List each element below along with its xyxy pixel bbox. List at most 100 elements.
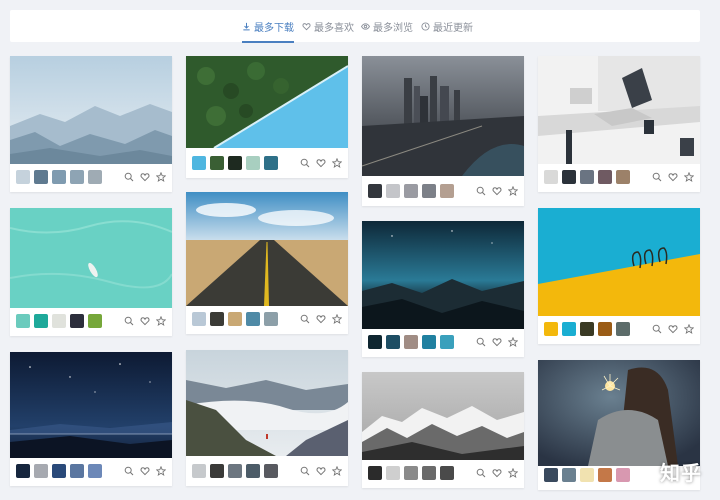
color-swatch[interactable] — [422, 466, 436, 480]
photo-card-snowy-peaks[interactable] — [362, 372, 524, 488]
desert-road-photo[interactable] — [186, 192, 348, 306]
snowy-peaks-photo[interactable] — [362, 372, 524, 460]
star-icon[interactable] — [332, 158, 342, 168]
photo-card-starry-lake[interactable] — [10, 352, 172, 486]
heart-icon[interactable] — [316, 314, 326, 324]
heart-icon[interactable] — [668, 172, 678, 182]
color-swatch[interactable] — [228, 464, 242, 478]
color-swatch[interactable] — [88, 314, 102, 328]
color-swatch[interactable] — [598, 468, 612, 482]
color-swatch[interactable] — [228, 312, 242, 326]
color-swatch[interactable] — [228, 156, 242, 170]
zoom-icon[interactable] — [476, 468, 486, 478]
color-swatch[interactable] — [562, 170, 576, 184]
color-swatch[interactable] — [264, 464, 278, 478]
color-swatch[interactable] — [440, 184, 454, 198]
heart-icon[interactable] — [316, 158, 326, 168]
color-swatch[interactable] — [544, 468, 558, 482]
color-swatch[interactable] — [88, 464, 102, 478]
color-swatch[interactable] — [404, 184, 418, 198]
night-valley-photo[interactable] — [362, 221, 524, 329]
color-swatch[interactable] — [16, 464, 30, 478]
heart-icon[interactable] — [316, 466, 326, 476]
heart-icon[interactable] — [492, 337, 502, 347]
turquoise-sea-photo[interactable] — [10, 208, 172, 308]
photo-card-cloud-mountains[interactable] — [186, 350, 348, 486]
photo-card-misty-mountains[interactable] — [10, 56, 172, 192]
photo-card-forest-water-aerial[interactable] — [186, 56, 348, 178]
color-swatch[interactable] — [52, 170, 66, 184]
zoom-icon[interactable] — [124, 172, 134, 182]
color-swatch[interactable] — [404, 466, 418, 480]
color-swatch[interactable] — [246, 464, 260, 478]
color-swatch[interactable] — [34, 464, 48, 478]
color-swatch[interactable] — [34, 314, 48, 328]
color-swatch[interactable] — [88, 170, 102, 184]
yellow-wall-photo[interactable] — [538, 208, 700, 316]
color-swatch[interactable] — [580, 322, 594, 336]
star-icon[interactable] — [156, 466, 166, 476]
photo-card-night-valley[interactable] — [362, 221, 524, 357]
color-swatch[interactable] — [440, 466, 454, 480]
color-swatch[interactable] — [386, 335, 400, 349]
color-swatch[interactable] — [580, 468, 594, 482]
photo-card-desert-road[interactable] — [186, 192, 348, 334]
color-swatch[interactable] — [264, 312, 278, 326]
color-swatch[interactable] — [616, 322, 630, 336]
heart-icon[interactable] — [492, 468, 502, 478]
zoom-icon[interactable] — [652, 172, 662, 182]
color-swatch[interactable] — [616, 468, 630, 482]
color-swatch[interactable] — [192, 156, 206, 170]
star-icon[interactable] — [508, 337, 518, 347]
photo-card-turquoise-sea-boat[interactable] — [10, 208, 172, 336]
star-icon[interactable] — [508, 468, 518, 478]
color-swatch[interactable] — [422, 184, 436, 198]
tab-most-downloads[interactable]: 最多下载 — [242, 10, 294, 43]
color-swatch[interactable] — [210, 464, 224, 478]
heart-icon[interactable] — [140, 172, 150, 182]
color-swatch[interactable] — [16, 170, 30, 184]
tab-recently-updated[interactable]: 最近更新 — [421, 10, 473, 42]
photo-card-desk-laptop[interactable] — [538, 56, 700, 192]
color-swatch[interactable] — [544, 170, 558, 184]
tab-most-viewed[interactable]: 最多浏览 — [361, 10, 413, 42]
color-swatch[interactable] — [544, 322, 558, 336]
zoom-icon[interactable] — [300, 466, 310, 476]
color-swatch[interactable] — [616, 170, 630, 184]
misty-mountains-photo[interactable] — [10, 56, 172, 164]
color-swatch[interactable] — [246, 156, 260, 170]
color-swatch[interactable] — [386, 466, 400, 480]
color-swatch[interactable] — [264, 156, 278, 170]
color-swatch[interactable] — [422, 335, 436, 349]
zoom-icon[interactable] — [300, 314, 310, 324]
color-swatch[interactable] — [52, 314, 66, 328]
zoom-icon[interactable] — [300, 158, 310, 168]
color-swatch[interactable] — [34, 170, 48, 184]
color-swatch[interactable] — [368, 466, 382, 480]
tab-most-liked[interactable]: 最多喜欢 — [302, 10, 354, 42]
star-icon[interactable] — [332, 466, 342, 476]
city-skyline-photo[interactable] — [362, 56, 524, 176]
heart-icon[interactable] — [492, 186, 502, 196]
color-swatch[interactable] — [598, 170, 612, 184]
color-swatch[interactable] — [562, 322, 576, 336]
color-swatch[interactable] — [386, 184, 400, 198]
photo-card-yellow-wall[interactable] — [538, 208, 700, 344]
color-swatch[interactable] — [70, 314, 84, 328]
color-swatch[interactable] — [246, 312, 260, 326]
color-swatch[interactable] — [368, 335, 382, 349]
heart-icon[interactable] — [140, 466, 150, 476]
color-swatch[interactable] — [210, 312, 224, 326]
star-icon[interactable] — [156, 316, 166, 326]
color-swatch[interactable] — [70, 464, 84, 478]
star-icon[interactable] — [684, 172, 694, 182]
zoom-icon[interactable] — [124, 466, 134, 476]
heart-icon[interactable] — [140, 316, 150, 326]
zoom-icon[interactable] — [476, 186, 486, 196]
star-icon[interactable] — [332, 314, 342, 324]
color-swatch[interactable] — [404, 335, 418, 349]
photo-card-city-skyline[interactable] — [362, 56, 524, 206]
cloud-mountains-photo[interactable] — [186, 350, 348, 456]
zoom-icon[interactable] — [652, 324, 662, 334]
color-swatch[interactable] — [16, 314, 30, 328]
